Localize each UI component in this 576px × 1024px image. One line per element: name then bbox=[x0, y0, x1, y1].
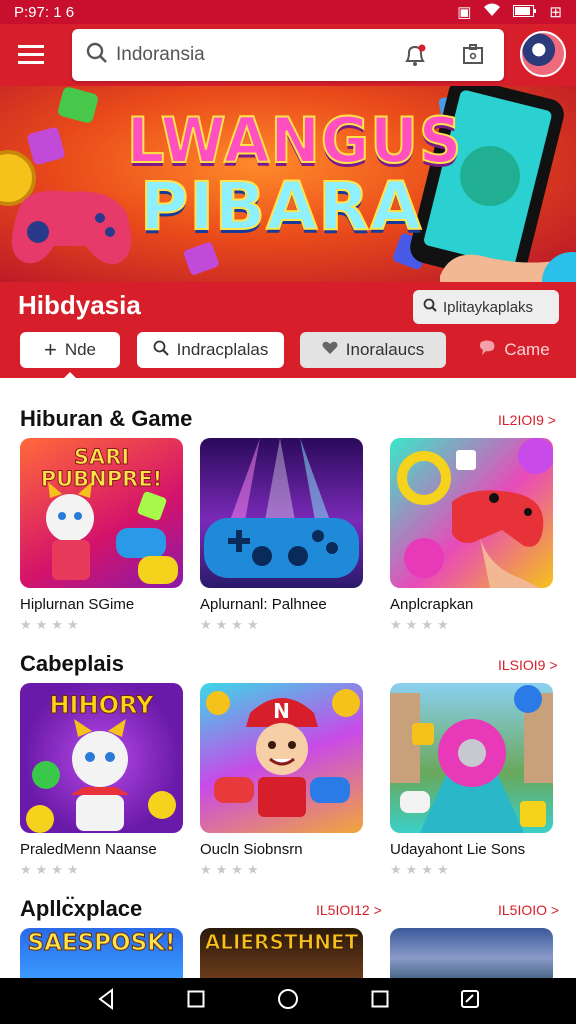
search-icon bbox=[153, 340, 169, 361]
app-thumbnail-text: ALIERSTHNET bbox=[204, 930, 359, 955]
app-thumbnail-text: HIHORY bbox=[49, 691, 154, 720]
app-thumbnail: SARI PUBNPRE! bbox=[20, 438, 183, 588]
app-thumbnail bbox=[390, 438, 553, 588]
app-card[interactable]: SAESPOSK! bbox=[20, 928, 183, 978]
chip-new[interactable]: + Nde bbox=[20, 332, 120, 368]
search-bar[interactable]: Indoransia bbox=[72, 29, 504, 81]
app-thumbnail: N bbox=[200, 683, 363, 833]
rating-stars: ★★★★ bbox=[200, 862, 263, 877]
home-icon[interactable] bbox=[277, 988, 299, 1015]
section-title: Cabeplais bbox=[20, 651, 124, 676]
see-more-link[interactable]: IL5IOI12 > bbox=[316, 902, 382, 918]
app-card[interactable]: Aplurnanl: Palhnee ★★★★ bbox=[200, 438, 363, 633]
app-thumbnail-text: N bbox=[273, 699, 290, 723]
app-card[interactable]: Udayahont Lie Sons ★★★★ bbox=[390, 683, 553, 878]
section-title: Hiburan & Game bbox=[20, 406, 193, 431]
heart-icon bbox=[322, 340, 338, 360]
signal-icon: ⊞ bbox=[549, 4, 562, 21]
wifi-icon bbox=[483, 3, 501, 21]
chip-label: Inoralaucs bbox=[345, 340, 425, 359]
back-icon[interactable] bbox=[96, 987, 116, 1015]
chip-label: Indracplalas bbox=[176, 340, 269, 359]
see-more-link[interactable]: IL5IOIO > bbox=[498, 902, 559, 918]
section-title: Apllc̈xplace bbox=[20, 896, 143, 921]
plus-icon: + bbox=[43, 337, 57, 362]
notification-bell-icon[interactable] bbox=[398, 38, 432, 72]
menu-icon[interactable] bbox=[0, 24, 62, 86]
recents-icon[interactable] bbox=[187, 990, 205, 1013]
banner-title-line2: PIBARA bbox=[139, 167, 423, 246]
app-card[interactable]: N Oucln Siobnsrn ★★★★ bbox=[200, 683, 363, 878]
rating-stars: ★★★★ bbox=[200, 617, 263, 632]
system-nav-bar bbox=[0, 978, 576, 1024]
nfc-icon: ▣ bbox=[457, 4, 472, 21]
app-card[interactable]: ALIERSTHNET bbox=[200, 928, 363, 978]
wallet-icon[interactable] bbox=[456, 38, 490, 72]
app-name: Anplcrapkan bbox=[390, 596, 474, 613]
see-more-link[interactable]: IL2IOI9 > bbox=[498, 412, 556, 428]
header-search-label: Iplitaykaplaks bbox=[443, 298, 534, 316]
promo-banner[interactable]: LWANGUS PIBARA bbox=[0, 86, 576, 282]
rating-stars: ★★★★ bbox=[20, 617, 83, 632]
chat-icon bbox=[478, 340, 496, 361]
top-app-bar: Indoransia bbox=[0, 24, 576, 86]
app-thumbnail bbox=[200, 438, 363, 588]
app-name: Aplurnanl: Palhnee bbox=[200, 596, 327, 613]
app-card[interactable]: Anplcrapkan ★★★★ bbox=[390, 438, 553, 633]
avatar[interactable] bbox=[520, 31, 566, 77]
battery-icon bbox=[513, 4, 537, 21]
app-thumbnail bbox=[390, 683, 553, 833]
app-name: Udayahont Lie Sons bbox=[390, 841, 526, 858]
app-thumbnail bbox=[390, 928, 553, 978]
app-name: Hiplurnan SGime bbox=[20, 596, 135, 613]
rating-stars: ★★★★ bbox=[20, 862, 83, 877]
chip-search[interactable]: Indracplalas bbox=[137, 332, 284, 368]
app-card[interactable]: HIHORY PraledMenn Naanse ★★★★ bbox=[20, 683, 183, 878]
app-thumbnail: SAESPOSK! bbox=[20, 928, 183, 978]
status-bar: P:97: 1 6 ▣ ⊞ bbox=[0, 0, 576, 24]
overview-icon[interactable] bbox=[371, 990, 389, 1013]
category-header: Hibdyasia Iplitaykaplaks + Nde Indracpla… bbox=[0, 282, 576, 380]
rating-stars: ★★★★ bbox=[390, 617, 453, 632]
see-more-link[interactable]: ILSIOI9 > bbox=[498, 657, 558, 673]
rating-stars: ★★★★ bbox=[390, 862, 453, 877]
search-icon bbox=[423, 298, 437, 316]
app-thumbnail: HIHORY bbox=[20, 683, 183, 833]
chip-label: Came bbox=[504, 340, 550, 359]
selected-indicator bbox=[62, 372, 78, 380]
search-input[interactable]: Indoransia bbox=[116, 44, 374, 66]
app-name: Oucln Siobnsrn bbox=[200, 841, 303, 858]
search-icon bbox=[86, 42, 108, 69]
app-name: PraledMenn Naanse bbox=[20, 841, 157, 858]
status-time: P:97: 1 6 bbox=[14, 3, 75, 21]
page-title: Hibdyasia bbox=[18, 290, 141, 320]
chip-game[interactable]: Came bbox=[464, 332, 564, 368]
chip-label: Nde bbox=[64, 340, 97, 359]
app-thumbnail: ALIERSTHNET bbox=[200, 928, 363, 978]
chip-favorites[interactable]: Inoralaucs bbox=[300, 332, 446, 368]
rotate-icon[interactable] bbox=[460, 989, 480, 1014]
app-card[interactable]: SARI PUBNPRE! Hiplurnan SGime ★★★★ bbox=[20, 438, 183, 633]
header-search-button[interactable]: Iplitaykaplaks bbox=[413, 290, 559, 324]
banner-title-line1: LWANGUS bbox=[126, 103, 463, 178]
app-card[interactable] bbox=[390, 928, 553, 978]
app-thumbnail-text: SAESPOSK! bbox=[27, 930, 176, 957]
